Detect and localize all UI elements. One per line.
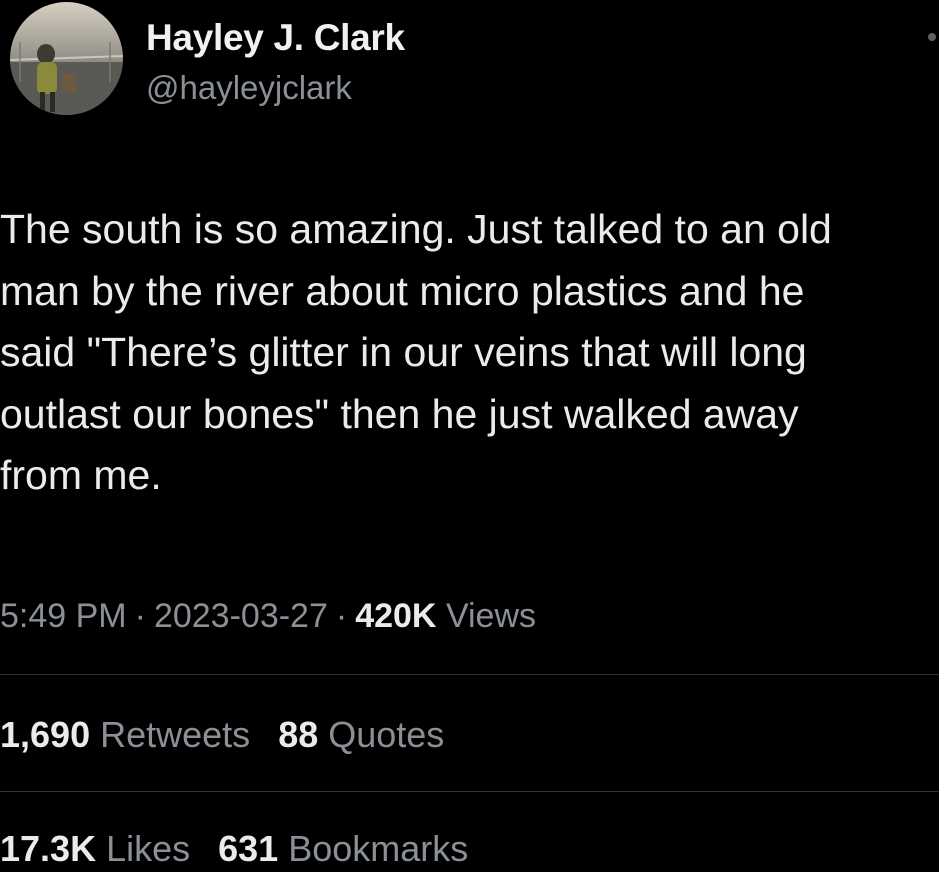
tweet-date[interactable]: 2023-03-27 [154, 597, 328, 635]
likes-label: Likes [106, 828, 191, 869]
more-options-icon[interactable] [928, 33, 936, 41]
tweet-meta: 5:49 PM · 2023-03-27 · 420K Views [0, 594, 536, 638]
tweet-header: Hayley J. Clark @hayleyjclark [0, 0, 939, 130]
tweet-text: The south is so amazing. Just talked to … [0, 199, 939, 507]
likes-count: 17.3K [0, 828, 97, 869]
views-label: Views [445, 597, 537, 635]
display-name[interactable]: Hayley J. Clark [146, 14, 405, 62]
username-handle[interactable]: @hayleyjclark [146, 66, 405, 110]
bookmarks-stat[interactable]: 631 Bookmarks [218, 826, 468, 872]
meta-separator: · [134, 597, 146, 635]
profile-photo-icon [10, 2, 123, 115]
bookmarks-count: 631 [218, 828, 279, 869]
avatar[interactable] [10, 2, 123, 115]
tweet-text-line: The south is so amazing. Just talked to … [0, 206, 832, 252]
retweets-label: Retweets [100, 714, 251, 755]
meta-separator: · [335, 597, 348, 635]
views-count[interactable]: 420K Views [355, 597, 536, 635]
tweet-text-line: man by the river about micro plastics an… [0, 267, 805, 314]
author-names: Hayley J. Clark @hayleyjclark [146, 14, 405, 110]
divider [0, 674, 939, 675]
quotes-label: Quotes [328, 714, 445, 755]
quotes-stat[interactable]: 88 Quotes [278, 712, 444, 758]
divider [0, 791, 939, 792]
likes-stat[interactable]: 17.3K Likes [0, 826, 190, 872]
tweet-time[interactable]: 5:49 PM [0, 597, 127, 635]
tweet-text-line: from me. [0, 452, 162, 498]
engagement-stats-row: 17.3K Likes 631 Bookmarks [0, 826, 486, 872]
bookmarks-label: Bookmarks [288, 828, 469, 869]
retweets-stat[interactable]: 1,690 Retweets [0, 712, 250, 758]
views-number: 420K [355, 597, 437, 635]
retweets-count: 1,690 [0, 714, 91, 755]
tweet-text-line: said "There’s glitter in our veins that … [0, 329, 807, 375]
quotes-count: 88 [278, 714, 319, 755]
engagement-stats-row: 1,690 Retweets 88 Quotes [0, 712, 462, 758]
tweet-text-line: outlast our bones" then he just walked a… [0, 390, 799, 437]
